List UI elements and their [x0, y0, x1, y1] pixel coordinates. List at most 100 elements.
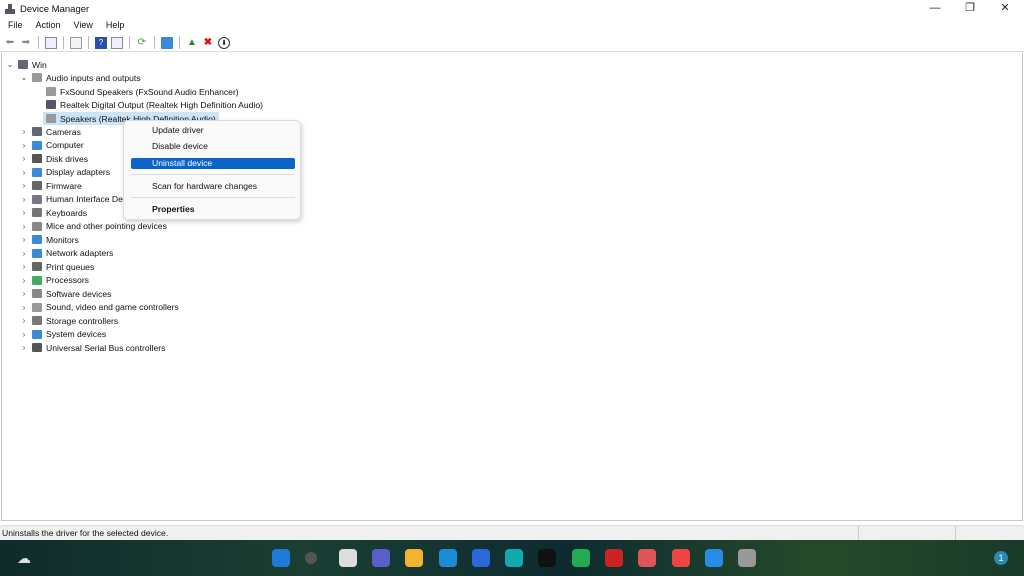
category-icon: [32, 248, 42, 258]
tree-category[interactable]: › Computer: [19, 139, 84, 152]
office-icon[interactable]: [638, 549, 657, 567]
tree-category[interactable]: › Display adapters: [19, 166, 110, 179]
chevron-right-icon[interactable]: ›: [19, 127, 29, 136]
tree-category[interactable]: › Print queues: [19, 260, 95, 273]
disable-icon[interactable]: ⬇: [218, 36, 230, 49]
menu-action[interactable]: Action: [28, 18, 66, 32]
category-icon: [32, 262, 42, 271]
status-bar: Uninstalls the driver for the selected d…: [0, 525, 1024, 541]
computer-icon: [18, 60, 28, 69]
chevron-right-icon[interactable]: ›: [19, 181, 29, 190]
chevron-right-icon[interactable]: ›: [19, 208, 29, 217]
scan-hardware-icon[interactable]: [161, 36, 173, 49]
tree-category[interactable]: › Firmware: [19, 179, 82, 192]
notification-badge[interactable]: 1: [994, 551, 1008, 565]
chevron-right-icon[interactable]: ›: [19, 276, 29, 285]
tree-device[interactable]: FxSound Speakers (FxSound Audio Enhancer…: [43, 85, 239, 98]
update-driver-icon[interactable]: ⟳: [136, 37, 148, 49]
action-pane-icon[interactable]: [111, 36, 123, 49]
menu-disable-device[interactable]: Disable device: [131, 141, 295, 152]
speaker-icon: [32, 73, 42, 82]
speaker-icon: [46, 87, 56, 96]
menu-scan-hardware[interactable]: Scan for hardware changes: [131, 181, 295, 192]
search-icon[interactable]: [305, 552, 318, 564]
tree-category[interactable]: › Mice and other pointing devices: [19, 220, 167, 233]
menu-file[interactable]: File: [0, 18, 28, 32]
chevron-right-icon[interactable]: ›: [19, 168, 29, 177]
tiktok-icon[interactable]: [538, 549, 557, 567]
chevron-down-icon[interactable]: ⌄: [19, 73, 29, 82]
tree-category[interactable]: › Keyboards: [19, 206, 87, 219]
category-icon: [32, 181, 42, 190]
tree-audio[interactable]: ⌄ Audio inputs and outputs: [19, 71, 141, 84]
chevron-right-icon[interactable]: ›: [19, 154, 29, 163]
ccleaner-icon[interactable]: [505, 549, 524, 567]
device-manager-icon: [5, 4, 15, 14]
category-icon: [32, 316, 42, 325]
task-view-icon[interactable]: [338, 549, 357, 567]
taskbar: ☁ 1: [0, 540, 1024, 576]
chevron-right-icon[interactable]: ›: [19, 289, 29, 298]
store-icon[interactable]: [471, 549, 490, 567]
widgets-icon[interactable]: [272, 549, 290, 567]
app-icon[interactable]: [571, 549, 590, 567]
help-icon[interactable]: ?: [95, 36, 107, 49]
category-icon: [32, 275, 42, 285]
uninstall-icon[interactable]: ✖: [202, 37, 214, 49]
audio-output-icon: [46, 100, 56, 109]
zalo-icon[interactable]: [704, 549, 723, 567]
chevron-right-icon[interactable]: ›: [19, 141, 29, 150]
title-bar: Device Manager: [0, 0, 1024, 18]
tree-device[interactable]: Realtek Digital Output (Realtek High Def…: [43, 98, 263, 111]
tree-category[interactable]: › Storage controllers: [19, 314, 118, 327]
category-icon: [32, 329, 42, 339]
toolbar: ⬅ ➡ ? ⟳ ▲ ✖ ⬇: [0, 34, 1024, 52]
category-icon: [32, 343, 42, 352]
edge-icon[interactable]: [438, 549, 457, 567]
teams-icon[interactable]: [371, 549, 390, 567]
tree-category[interactable]: › Sound, video and game controllers: [19, 301, 179, 314]
tree-category[interactable]: › System devices: [19, 328, 107, 341]
menu-view[interactable]: View: [66, 18, 98, 32]
tree-category[interactable]: › Monitors: [19, 233, 79, 246]
antivirus-icon[interactable]: [605, 549, 623, 567]
back-icon[interactable]: ⬅: [4, 37, 16, 49]
show-hide-console-tree-icon[interactable]: [45, 36, 57, 49]
category-icon: [32, 289, 42, 298]
chevron-right-icon[interactable]: ›: [19, 316, 29, 325]
category-icon: [32, 302, 42, 312]
minimize-button[interactable]: —: [918, 0, 952, 16]
tree-category[interactable]: › Network adapters: [19, 247, 114, 260]
chevron-right-icon[interactable]: ›: [19, 262, 29, 271]
menu-bar: File Action View Help: [0, 18, 129, 32]
properties-icon[interactable]: [70, 36, 82, 49]
tree-category[interactable]: › Software devices: [19, 287, 112, 300]
maximize-button[interactable]: ❐: [953, 0, 987, 16]
chevron-right-icon[interactable]: ›: [19, 222, 29, 231]
chevron-right-icon[interactable]: ›: [19, 343, 29, 352]
chevron-right-icon[interactable]: ›: [19, 195, 29, 204]
menu-uninstall-device[interactable]: Uninstall device: [131, 158, 295, 169]
close-button[interactable]: ✕: [988, 0, 1022, 16]
chevron-right-icon[interactable]: ›: [19, 235, 29, 244]
menu-update-driver[interactable]: Update driver: [131, 125, 295, 136]
tree-root[interactable]: ⌄ Win: [5, 58, 47, 71]
tree-category[interactable]: › Processors: [19, 274, 89, 287]
device-manager-icon[interactable]: [738, 549, 757, 567]
forward-icon[interactable]: ➡: [20, 37, 32, 49]
tree-category[interactable]: › Universal Serial Bus controllers: [19, 341, 166, 354]
weather-widget-icon[interactable]: ☁: [15, 549, 33, 567]
menu-help[interactable]: Help: [98, 18, 130, 32]
category-icon: [32, 235, 42, 244]
file-explorer-icon[interactable]: [405, 549, 424, 567]
tree-category[interactable]: › Cameras: [19, 125, 81, 138]
menu-properties[interactable]: Properties: [131, 204, 295, 215]
chevron-right-icon[interactable]: ›: [19, 303, 29, 312]
context-menu: Update driver Disable device Uninstall d…: [123, 120, 301, 220]
add-driver-icon[interactable]: ▲: [186, 37, 198, 49]
chevron-down-icon[interactable]: ⌄: [5, 60, 15, 69]
tree-category[interactable]: › Disk drives: [19, 152, 88, 165]
chevron-right-icon[interactable]: ›: [19, 330, 29, 339]
chevron-right-icon[interactable]: ›: [19, 249, 29, 258]
chrome-icon[interactable]: [671, 549, 690, 567]
